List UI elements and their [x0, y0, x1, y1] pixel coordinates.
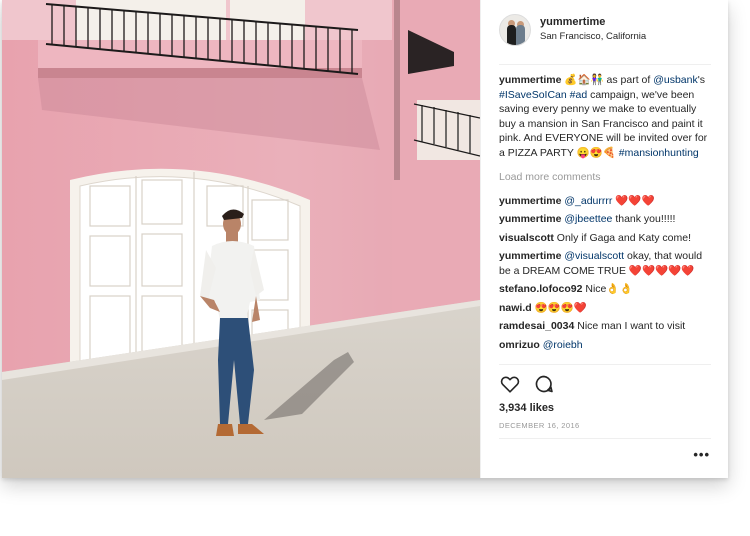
- comment-text: Nice man I want to visit: [577, 320, 686, 332]
- speech-bubble-icon: [535, 375, 553, 393]
- comment-row: yummertime @_adurrrr ❤️❤️❤️: [499, 194, 714, 209]
- comment-row: omrizuo @roiebh: [499, 338, 714, 353]
- caption-mention[interactable]: @usbank: [653, 74, 698, 86]
- load-more-comments-link[interactable]: Load more comments: [499, 170, 714, 185]
- post-photo[interactable]: [2, 0, 480, 478]
- post-date[interactable]: DECEMBER 16, 2016: [499, 421, 580, 430]
- like-button[interactable]: [499, 373, 521, 395]
- caption-hashtag[interactable]: #ad: [570, 89, 588, 101]
- comment-username[interactable]: yummertime: [499, 250, 561, 262]
- likes-count[interactable]: 3,934 likes: [499, 402, 554, 414]
- comment-row: nawi.d 😍😍😍❤️: [499, 301, 714, 316]
- post-photo-illustration: [2, 0, 480, 478]
- instagram-post-card: yummertime San Francisco, California yum…: [2, 0, 728, 478]
- comment-text: 😍😍😍❤️: [534, 301, 587, 314]
- caption-hashtag[interactable]: #ISaveSoICan: [499, 89, 567, 101]
- post-actions: [499, 373, 555, 395]
- comment-row: ramdesai_0034 Nice man I want to visit: [499, 319, 714, 334]
- comment-text: Only if Gaga and Katy come!: [556, 231, 692, 244]
- comment-mention[interactable]: @roiebh: [543, 339, 583, 351]
- comments-divider: [499, 364, 711, 365]
- post-header: yummertime San Francisco, California: [481, 0, 729, 66]
- comment-text: Nice👌👌: [585, 283, 633, 295]
- post-caption: yummertime 💰🏠👫 as part of @usbank's #ISa…: [499, 74, 708, 159]
- comment-username[interactable]: stefano.lofoco92: [499, 283, 582, 295]
- comment-username[interactable]: nawi.d: [499, 302, 532, 314]
- post-side-panel: yummertime San Francisco, California yum…: [480, 0, 728, 478]
- caption-emoji: 💰🏠👫: [564, 74, 604, 86]
- comment-username[interactable]: visualscott: [499, 232, 554, 244]
- comments-section: yummertime 💰🏠👫 as part of @usbank's #ISa…: [499, 73, 714, 356]
- header-username[interactable]: yummertime: [540, 16, 646, 28]
- comment-row: yummertime @jbeettee thank you!!!!!: [499, 212, 714, 227]
- caption-hashtag[interactable]: #mansionhunting: [619, 147, 699, 159]
- avatar[interactable]: [499, 14, 531, 46]
- comment-username[interactable]: ramdesai_0034: [499, 320, 574, 332]
- comment-username[interactable]: omrizuo: [499, 339, 540, 351]
- heart-outline-icon: [500, 376, 520, 393]
- header-location[interactable]: San Francisco, California: [540, 31, 646, 42]
- comment-button[interactable]: [533, 373, 555, 395]
- comment-mention[interactable]: @visualscott: [564, 250, 624, 262]
- comment-mention[interactable]: @jbeettee: [564, 213, 612, 225]
- comment-row: visualscott Only if Gaga and Katy come!: [499, 231, 714, 246]
- comment-text: ❤️❤️❤️: [612, 194, 655, 207]
- comment-mention[interactable]: @_adurrrr: [564, 195, 612, 207]
- more-options-button[interactable]: •••: [693, 447, 710, 462]
- footer-divider: [499, 438, 711, 439]
- comment-row: stefano.lofoco92 Nice👌👌: [499, 282, 714, 297]
- comment-row: yummertime @visualscott okay, that would…: [499, 249, 714, 278]
- comment-username[interactable]: yummertime: [499, 213, 561, 225]
- comment-username[interactable]: yummertime: [499, 195, 561, 207]
- comment-text: thank you!!!!!: [612, 213, 676, 225]
- header-divider: [499, 64, 711, 65]
- caption-username[interactable]: yummertime: [499, 74, 561, 86]
